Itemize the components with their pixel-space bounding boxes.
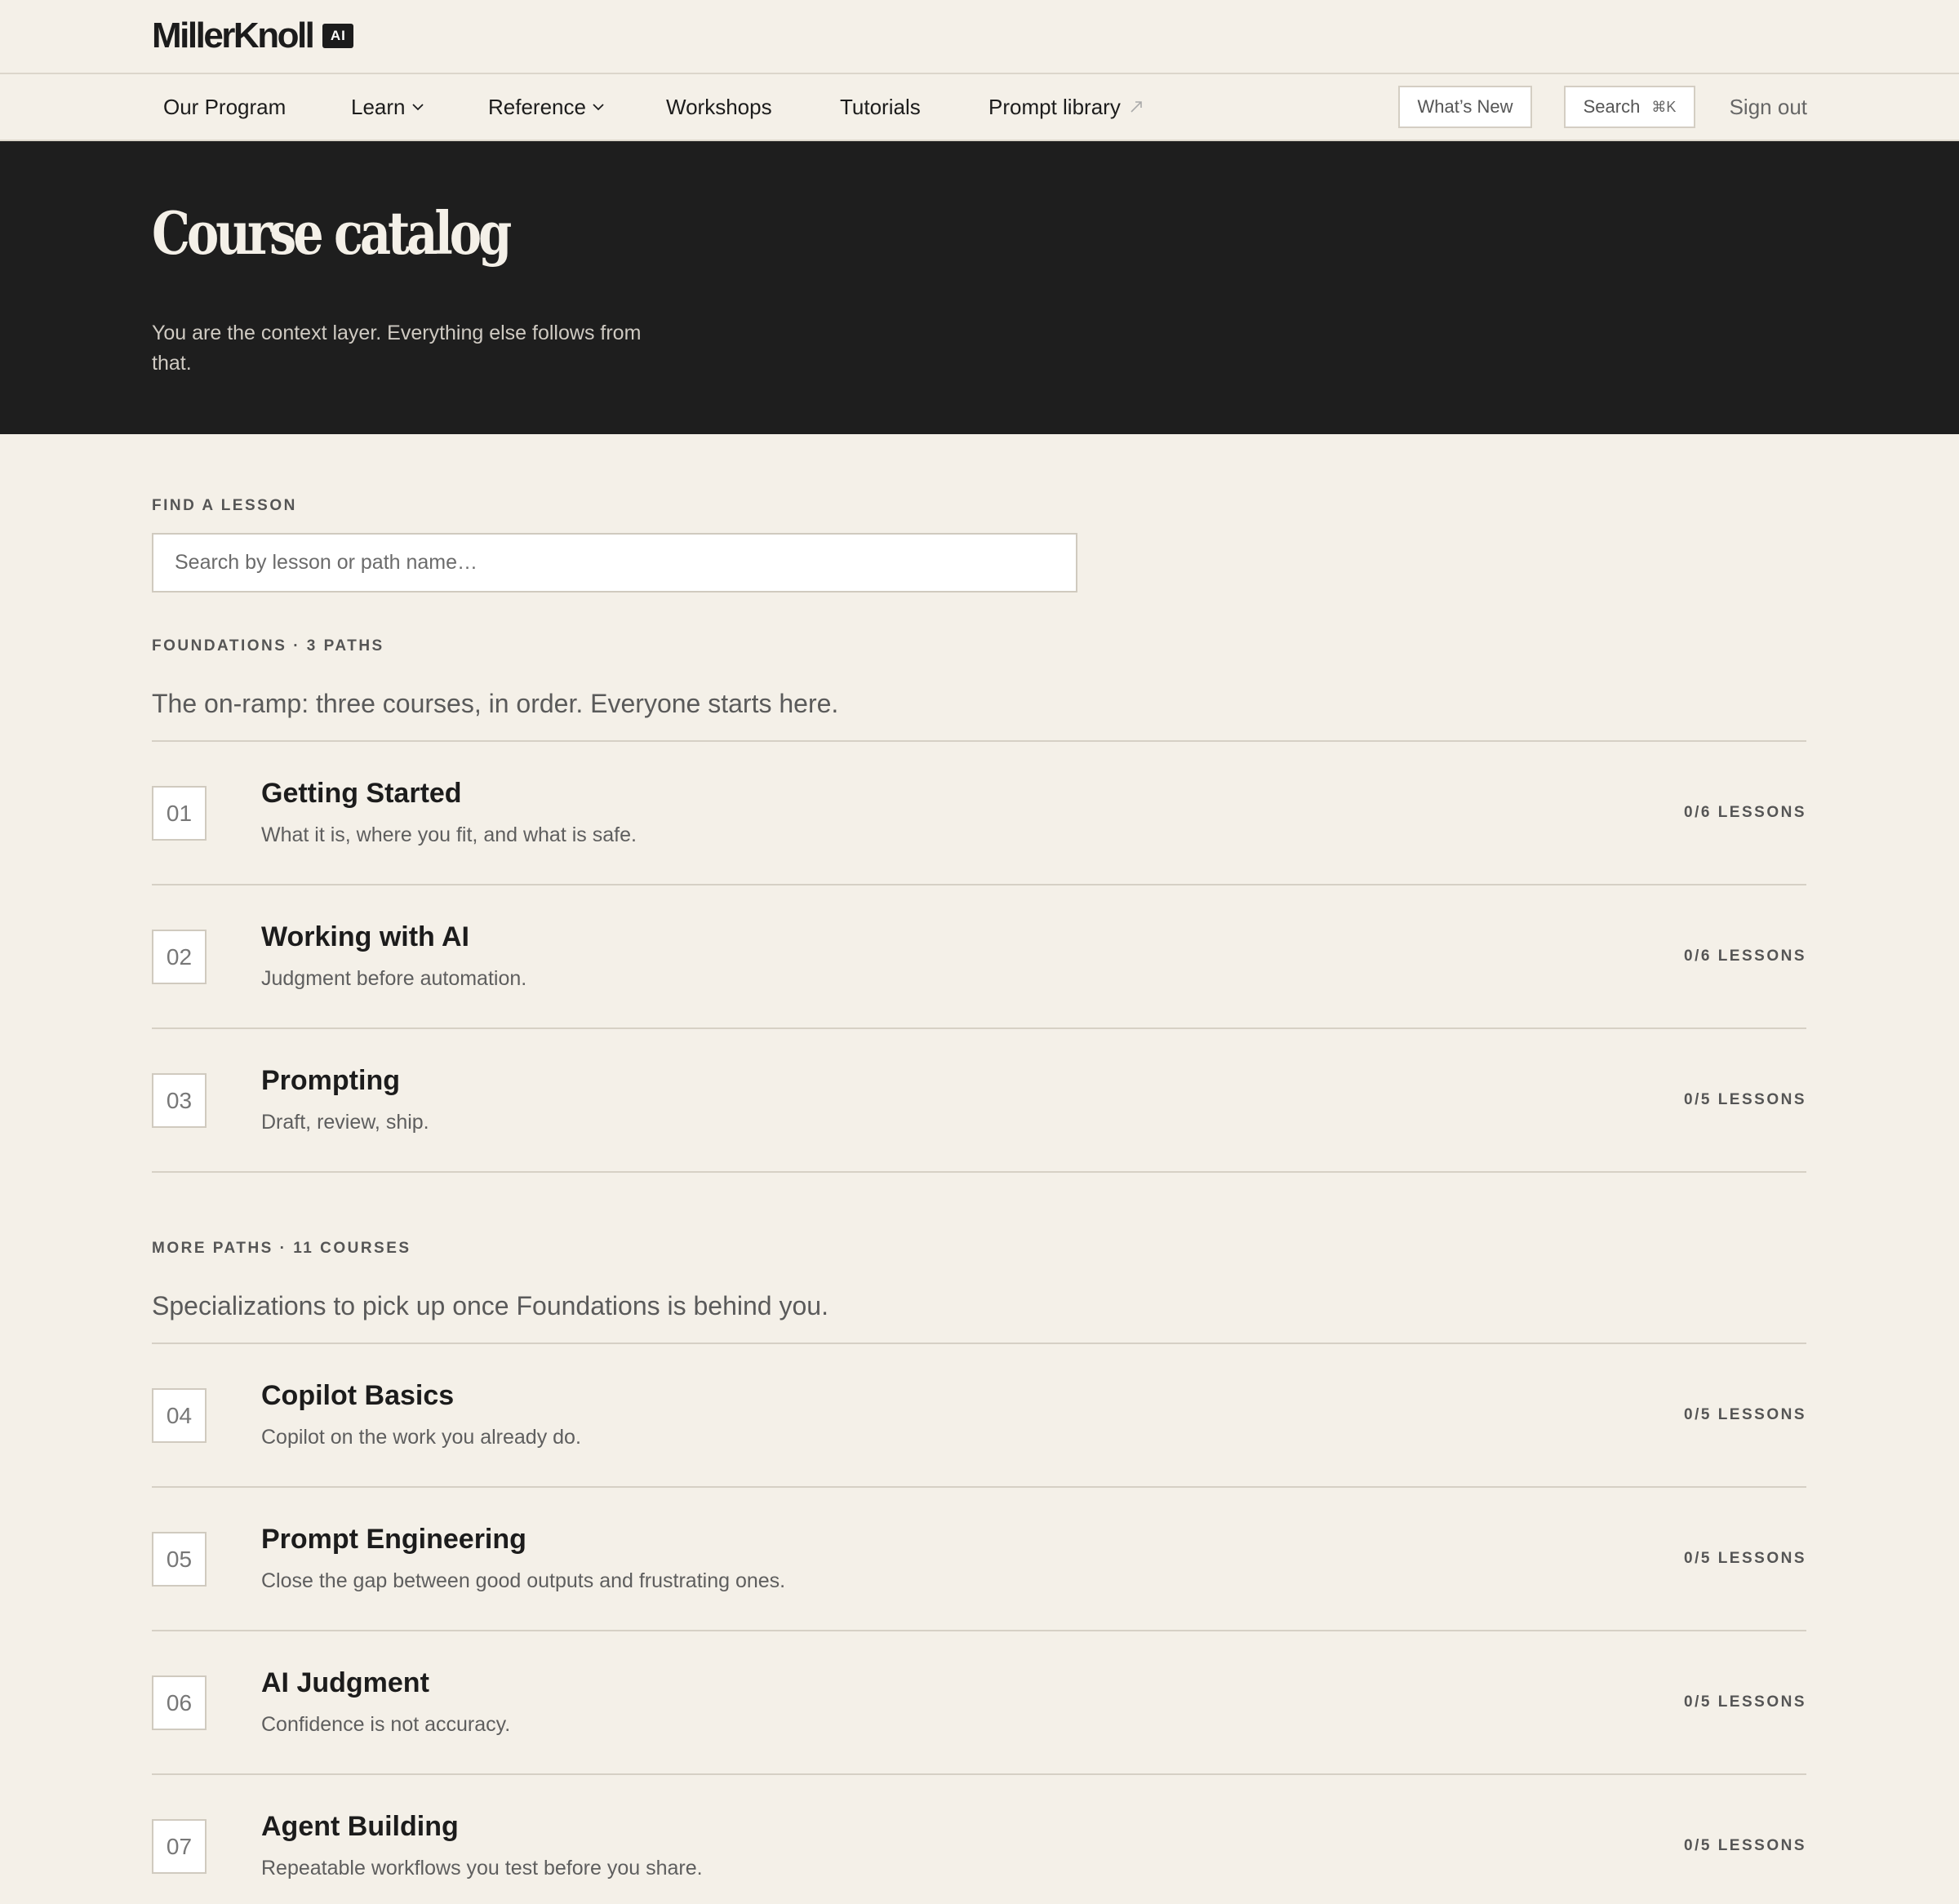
course-row[interactable]: 05 Prompt Engineering Close the gap betw… (152, 1488, 1806, 1631)
course-row[interactable]: 04 Copilot Basics Copilot on the work yo… (152, 1344, 1806, 1488)
course-number: 02 (152, 930, 207, 984)
course-title[interactable]: Copilot Basics (261, 1380, 454, 1412)
page-title: Course catalog (152, 198, 512, 268)
keyboard-shortcut: ⌘K (1651, 98, 1677, 115)
course-title[interactable]: Prompt Engineering (261, 1524, 526, 1556)
lesson-count: 0/5 LESSONS (1684, 1406, 1806, 1423)
lesson-count: 0/5 LESSONS (1684, 1550, 1806, 1567)
course-description: What it is, where you fit, and what is s… (261, 823, 637, 846)
course-description: Judgment before automation. (261, 967, 527, 990)
hero-banner: Course catalog (0, 141, 1959, 434)
brand-logo[interactable]: MillerKnoll AI (152, 16, 354, 55)
course-row[interactable]: 02 Working with AI Judgment before autom… (152, 885, 1806, 1029)
course-title[interactable]: Prompting (261, 1065, 400, 1097)
course-title[interactable]: Working with AI (261, 921, 469, 953)
course-description: Copilot on the work you already do. (261, 1426, 581, 1449)
find-lesson-label: FIND A LESSON (152, 497, 297, 514)
more-paths-label: MORE PATHS · 11 COURSES (152, 1240, 411, 1257)
course-description: Draft, review, ship. (261, 1111, 429, 1134)
course-description: Confidence is not accuracy. (261, 1713, 511, 1736)
more-course-list: 04 Copilot Basics Copilot on the work yo… (152, 1344, 1806, 1904)
foundations-course-list: 01 Getting Started What it is, where you… (152, 742, 1806, 1173)
nav-tutorials[interactable]: Tutorials (840, 74, 921, 140)
nav-workshops[interactable]: Workshops (666, 74, 772, 140)
nav-prompt-library-label: Prompt library (988, 94, 1121, 119)
brand-name: MillerKnoll (152, 16, 315, 55)
nav-our-program-label: Our Program (163, 94, 287, 119)
nav-workshops-label: Workshops (666, 94, 772, 119)
nav-tutorials-label: Tutorials (840, 94, 921, 119)
lesson-search-input[interactable] (175, 551, 1076, 575)
course-title[interactable]: Agent Building (261, 1811, 459, 1843)
course-description: Repeatable workflows you test before you… (261, 1857, 703, 1880)
course-row[interactable]: 06 AI Judgment Confidence is not accurac… (152, 1631, 1806, 1775)
nav-prompt-library[interactable]: Prompt library (988, 74, 1144, 140)
nav-learn[interactable]: Learn (351, 74, 424, 140)
nav-learn-label: Learn (351, 94, 406, 119)
lesson-count: 0/5 LESSONS (1684, 1091, 1806, 1108)
nav-reference-label: Reference (488, 94, 586, 119)
foundations-label: FOUNDATIONS · 3 PATHS (152, 637, 384, 655)
lesson-count: 0/5 LESSONS (1684, 1693, 1806, 1711)
lesson-count: 0/6 LESSONS (1684, 804, 1806, 821)
course-row[interactable]: 01 Getting Started What it is, where you… (152, 742, 1806, 885)
chevron-down-icon (593, 103, 604, 111)
sign-out-link[interactable]: Sign out (1730, 74, 1807, 140)
nav-reference[interactable]: Reference (488, 74, 604, 140)
chevron-down-icon (411, 103, 424, 111)
main-nav: Our Program Learn Reference Workshops Tu… (0, 74, 1959, 141)
nav-our-program[interactable]: Our Program (163, 74, 286, 140)
whats-new-button[interactable]: What’s New (1398, 86, 1532, 128)
whats-new-label: What’s New (1417, 96, 1513, 117)
search-button-label: Search (1583, 96, 1641, 117)
course-number: 06 (152, 1675, 207, 1730)
course-number: 05 (152, 1532, 207, 1587)
course-number: 07 (152, 1819, 207, 1874)
brand-ai-badge: AI (322, 24, 354, 48)
course-number: 04 (152, 1388, 207, 1443)
course-number: 01 (152, 786, 207, 841)
foundations-description: The on-ramp: three courses, in order. Ev… (152, 689, 839, 718)
more-paths-description: Specializations to pick up once Foundati… (152, 1291, 828, 1320)
course-number: 03 (152, 1073, 207, 1128)
course-row[interactable]: 03 Prompting Draft, review, ship. 0/5 LE… (152, 1029, 1806, 1173)
top-bar: MillerKnoll AI (0, 0, 1959, 74)
lesson-count: 0/6 LESSONS (1684, 948, 1806, 965)
hero-subtitle: You are the context layer. Everything el… (152, 322, 642, 375)
external-link-icon (1129, 100, 1144, 114)
course-row[interactable]: 07 Agent Building Repeatable workflows y… (152, 1775, 1806, 1904)
sign-out-label: Sign out (1729, 94, 1807, 119)
search-button[interactable]: Search ⌘K (1564, 86, 1695, 128)
course-title[interactable]: Getting Started (261, 778, 462, 810)
course-title[interactable]: AI Judgment (261, 1667, 429, 1699)
course-description: Close the gap between good outputs and f… (261, 1569, 786, 1592)
lesson-search-field[interactable] (152, 533, 1077, 593)
lesson-count: 0/5 LESSONS (1684, 1837, 1806, 1854)
